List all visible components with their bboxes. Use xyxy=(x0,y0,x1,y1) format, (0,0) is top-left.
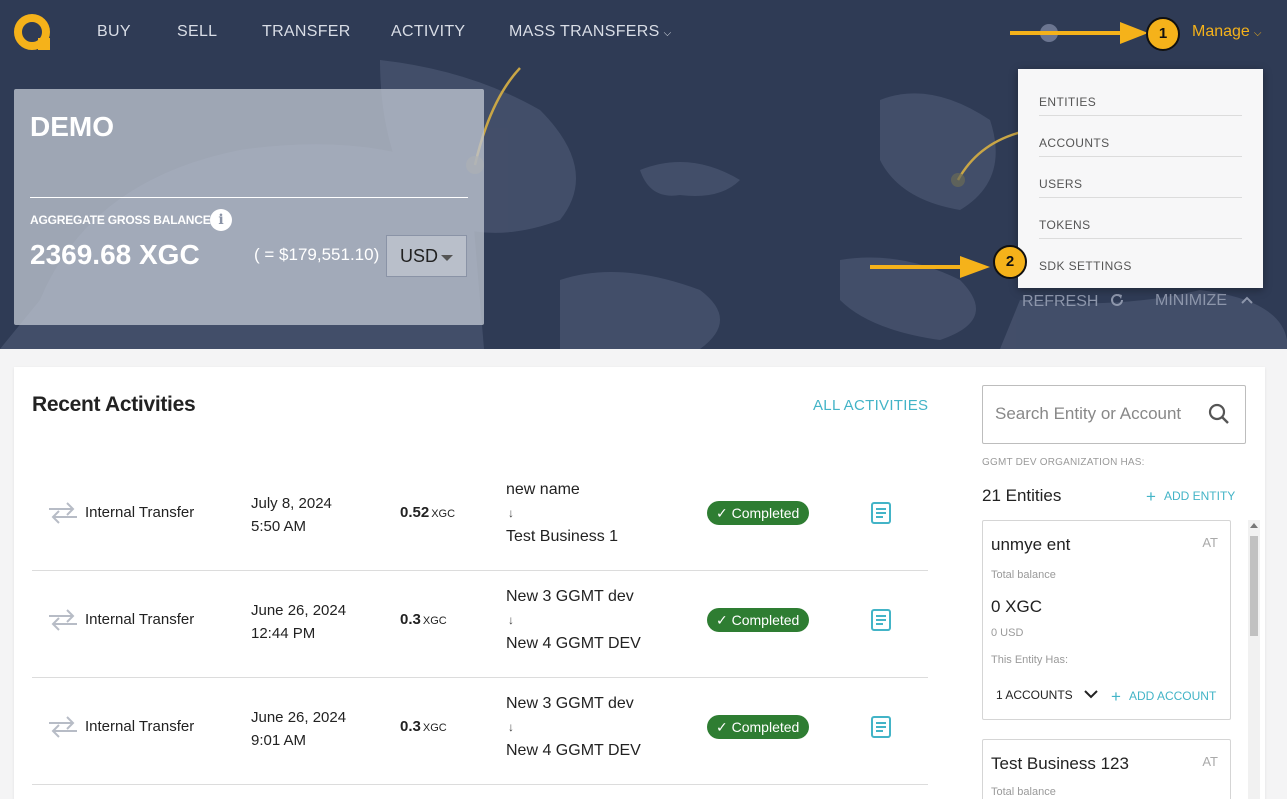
search-icon[interactable] xyxy=(1208,403,1230,425)
activity-type: Internal Transfer xyxy=(85,504,195,521)
transfer-arrows-icon xyxy=(49,609,77,631)
entity-search-box xyxy=(982,385,1246,444)
details-document-icon[interactable] xyxy=(871,502,891,524)
total-balance-label: Total balance xyxy=(991,786,1056,798)
accounts-count: 1 ACCOUNTS xyxy=(996,688,1073,702)
activity-time: 9:01 AM xyxy=(251,732,307,749)
status-badge: ✓ Completed xyxy=(707,608,809,632)
entity-name: unmye ent xyxy=(991,535,1071,554)
add-account-button[interactable]: + ADD ACCOUNT xyxy=(1111,687,1216,707)
activity-date: July 8, 2024 xyxy=(251,495,332,512)
search-input[interactable] xyxy=(995,404,1195,424)
entity-tag: AT xyxy=(1202,535,1218,550)
entity-list-scrollbar[interactable] xyxy=(1248,520,1260,799)
transfer-to: Test Business 1 xyxy=(506,528,619,545)
activity-date: June 26, 2024 xyxy=(251,709,347,726)
annotation-callout-2: 2 xyxy=(993,245,1027,279)
activity-amount: 0.3 XGC xyxy=(400,611,447,628)
transfer-from: new name xyxy=(506,481,580,498)
activity-datetime: June 26, 2024 9:01 AM xyxy=(251,706,346,752)
check-icon: ✓ xyxy=(716,719,732,735)
arrow-down-icon: ↓ xyxy=(508,720,514,734)
add-entity-button[interactable]: + ADD ENTITY xyxy=(1146,487,1235,507)
arrow-down-icon: ↓ xyxy=(508,613,514,627)
plus-icon: + xyxy=(1111,687,1121,706)
entity-has-label: This Entity Has: xyxy=(991,654,1069,666)
activity-amount: 0.52 XGC xyxy=(400,504,455,521)
transfer-to: New 4 GGMT DEV xyxy=(506,742,641,759)
transfer-arrows-icon xyxy=(49,716,77,738)
check-icon: ✓ xyxy=(716,612,732,628)
entity-card[interactable]: unmye ent AT Total balance 0 XGC 0 USD T… xyxy=(982,520,1231,720)
status-label: Completed xyxy=(731,719,800,735)
arrow-down-icon: ↓ xyxy=(508,506,514,520)
details-document-icon[interactable] xyxy=(871,716,891,738)
all-activities-link[interactable]: ALL ACTIVITIES xyxy=(813,397,928,414)
transfer-to: New 4 GGMT DEV xyxy=(506,635,641,652)
transfer-from: New 3 GGMT dev xyxy=(506,695,634,712)
status-badge: ✓ Completed xyxy=(707,501,809,525)
add-account-label: ADD ACCOUNT xyxy=(1128,689,1217,703)
transfer-arrows-icon xyxy=(49,502,77,524)
activity-amount: 0.3 XGC xyxy=(400,718,447,735)
accounts-toggle[interactable]: 1 ACCOUNTS xyxy=(996,688,1098,702)
chevron-down-icon xyxy=(1084,690,1098,699)
table-row[interactable]: Internal Transfer July 8, 2024 5:50 AM 0… xyxy=(32,464,928,571)
entity-name: Test Business 123 xyxy=(991,754,1129,773)
total-balance-label: Total balance xyxy=(991,569,1056,581)
dashboard-panel: Recent Activities ALL ACTIVITIES Interna… xyxy=(14,367,1265,799)
amount-unit: XGC xyxy=(422,615,447,627)
entity-count: 21 Entities xyxy=(982,486,1062,505)
activity-type: Internal Transfer xyxy=(85,718,195,735)
activity-time: 12:44 PM xyxy=(251,625,316,642)
entity-usd-balance: 0 USD xyxy=(991,627,1024,639)
scroll-up-icon[interactable] xyxy=(1250,523,1258,528)
status-label: Completed xyxy=(731,505,800,521)
annotation-arrows xyxy=(870,22,1148,278)
amount-value: 0.3 xyxy=(400,611,421,628)
scrollbar-thumb[interactable] xyxy=(1250,536,1258,636)
amount-unit: XGC xyxy=(422,722,447,734)
table-row[interactable]: Internal Transfer June 26, 2024 9:01 AM … xyxy=(32,678,928,785)
annotation-callout-1: 1 xyxy=(1146,17,1180,51)
activity-type: Internal Transfer xyxy=(85,611,195,628)
entity-balance: 0 XGC xyxy=(991,597,1043,616)
organization-has-label: GGMT DEV ORGANIZATION HAS: xyxy=(982,457,1145,468)
plus-icon: + xyxy=(1146,487,1156,506)
activity-time: 5:50 AM xyxy=(251,518,307,535)
recent-activities-title: Recent Activities xyxy=(32,393,196,416)
details-document-icon[interactable] xyxy=(871,609,891,631)
status-badge: ✓ Completed xyxy=(707,715,809,739)
entity-card[interactable]: Test Business 123 AT Total balance xyxy=(982,739,1231,799)
status-label: Completed xyxy=(731,612,800,628)
amount-value: 0.3 xyxy=(400,718,421,735)
add-entity-label: ADD ENTITY xyxy=(1163,489,1236,503)
activity-date: June 26, 2024 xyxy=(251,602,347,619)
amount-unit: XGC xyxy=(431,508,456,520)
entity-tag: AT xyxy=(1202,754,1218,769)
table-row[interactable]: Internal Transfer June 26, 2024 12:44 PM… xyxy=(32,571,928,678)
check-icon: ✓ xyxy=(716,505,732,521)
activity-datetime: June 26, 2024 12:44 PM xyxy=(251,599,346,645)
transfer-from: New 3 GGMT dev xyxy=(506,588,634,605)
amount-value: 0.52 xyxy=(400,504,430,521)
activity-datetime: July 8, 2024 5:50 AM xyxy=(251,492,332,538)
